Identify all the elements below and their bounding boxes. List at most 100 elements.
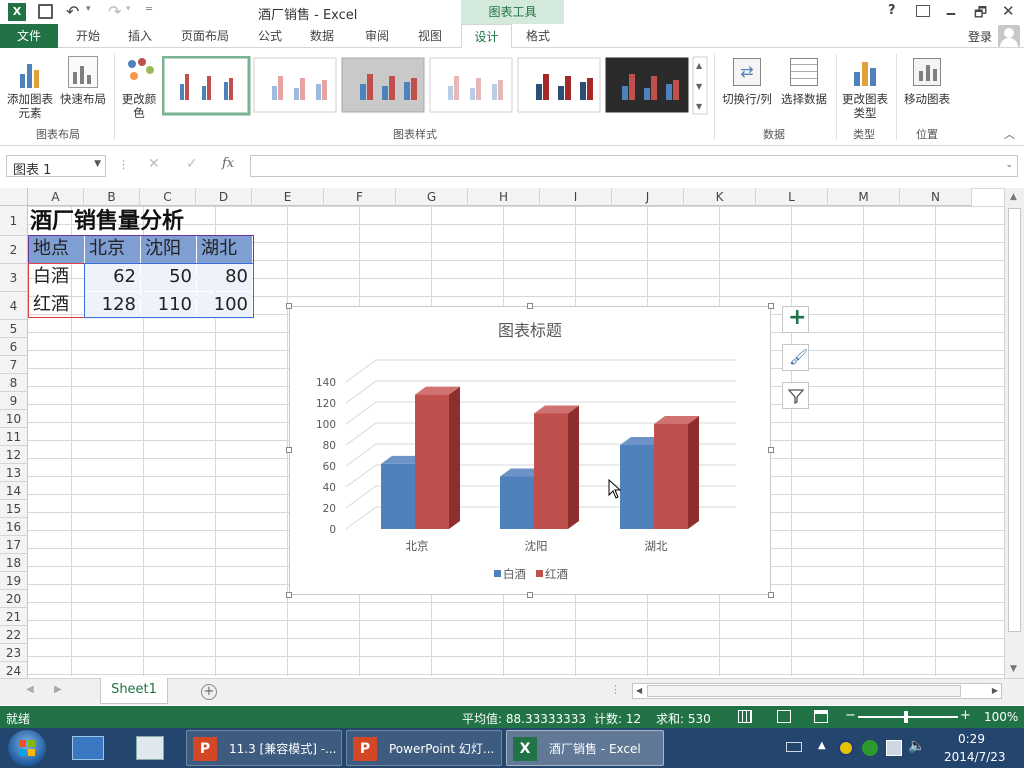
taskbar-item-powerpoint-compat[interactable]: P 11.3 [兼容模式] -... — [186, 730, 342, 766]
column-header-f[interactable]: F — [324, 188, 396, 206]
chart-handle[interactable] — [768, 447, 774, 453]
chart-handle[interactable] — [768, 303, 774, 309]
excel-logo-icon[interactable]: X — [8, 3, 26, 21]
switch-row-column-button[interactable]: ⇄ 切换行/列 — [718, 54, 776, 122]
show-hidden-icons[interactable]: ▲ — [818, 740, 826, 751]
undo-dropdown-icon[interactable]: ▾ — [86, 4, 91, 14]
bar-hongjiu[interactable] — [415, 394, 449, 529]
row-header-16[interactable]: 16 — [0, 518, 28, 536]
select-all-corner[interactable] — [0, 188, 28, 206]
chart-area[interactable]: 图表标题 0 20 40 60 80 100 120 140 北京 沈阳 湖北 白酒 红酒 — [289, 306, 771, 595]
tray-app-icon[interactable] — [838, 740, 854, 756]
bar-hongjiu[interactable] — [654, 424, 688, 529]
customize-qat-icon[interactable]: ═ — [146, 4, 152, 15]
column-header-l[interactable]: L — [756, 188, 828, 206]
zoom-slider[interactable] — [858, 711, 958, 723]
column-header-m[interactable]: M — [828, 188, 900, 206]
table-data-cell[interactable]: 110 — [141, 292, 196, 319]
move-chart-button[interactable]: 移动图表 — [900, 54, 954, 122]
vertical-scrollbar[interactable]: ▲ ▼ — [1004, 188, 1024, 678]
chart-style-5[interactable] — [517, 57, 601, 113]
tab-view[interactable]: 视图 — [406, 24, 454, 48]
row-header-20[interactable]: 20 — [0, 590, 28, 608]
tab-formulas[interactable]: 公式 — [248, 24, 292, 48]
row-header-6[interactable]: 6 — [0, 338, 28, 356]
sheet-tab-sheet1[interactable]: Sheet1 — [100, 678, 168, 704]
name-box[interactable]: 图表 1 ▼ — [6, 155, 106, 178]
chart-style-2[interactable] — [253, 57, 337, 113]
select-data-button[interactable]: 选择数据 — [776, 54, 832, 122]
scroll-up-icon[interactable]: ▲ — [1010, 192, 1017, 202]
close-button[interactable]: ✕ — [1002, 2, 1015, 20]
row-header-2[interactable]: 2 — [0, 236, 28, 264]
keyboard-tray-icon[interactable] — [786, 742, 802, 752]
row-header-12[interactable]: 12 — [0, 446, 28, 464]
table-data-cell[interactable]: 50 — [141, 264, 196, 291]
chart-styles-button[interactable]: 🖌 — [782, 344, 809, 371]
row-header-18[interactable]: 18 — [0, 554, 28, 572]
chart-plot[interactable]: 0 20 40 60 80 100 120 140 北京 沈阳 湖北白酒 红酒 — [290, 307, 770, 594]
table-data-cell[interactable]: 80 — [197, 264, 252, 291]
column-header-n[interactable]: N — [900, 188, 972, 206]
formula-input[interactable]: ⌄ — [250, 155, 1018, 177]
help-button[interactable]: ? — [888, 3, 896, 18]
zoom-slider-thumb[interactable] — [904, 711, 908, 723]
expand-formula-bar-icon[interactable]: ⌄ — [1005, 160, 1013, 170]
taskbar-item-powerpoint-slides[interactable]: P PowerPoint 幻灯... — [346, 730, 502, 766]
table-header-cell[interactable]: 沈阳 — [141, 236, 196, 263]
splitter-grip-icon[interactable]: ⋮ — [610, 683, 621, 696]
column-header-j[interactable]: J — [612, 188, 684, 206]
table-data-cell[interactable]: 128 — [85, 292, 140, 319]
scroll-down-icon[interactable]: ▼ — [1010, 664, 1017, 674]
table-data-cell[interactable]: 红酒 — [29, 292, 84, 319]
zoom-in-button[interactable]: + — [960, 708, 971, 723]
tab-insert[interactable]: 插入 — [118, 24, 162, 48]
row-header-4[interactable]: 4 — [0, 292, 28, 320]
normal-view-icon[interactable] — [738, 710, 752, 723]
taskbar-item-excel[interactable]: X 酒厂销售 - Excel — [506, 730, 664, 766]
column-header-h[interactable]: H — [468, 188, 540, 206]
row-header-14[interactable]: 14 — [0, 482, 28, 500]
redo-dropdown-icon[interactable]: ▾ — [126, 4, 131, 14]
network-taskbar-icon[interactable] — [136, 736, 164, 760]
clock-time[interactable]: 0:29 — [958, 732, 985, 746]
horizontal-scrollbar[interactable]: ◀ ▶ — [632, 683, 1002, 699]
cancel-entry-icon[interactable]: ✕ — [148, 156, 160, 172]
column-header-c[interactable]: C — [140, 188, 196, 206]
restore-button[interactable]: 🗗 — [974, 2, 987, 26]
tab-review[interactable]: 审阅 — [352, 24, 402, 48]
show-desktop-taskbar-icon[interactable] — [72, 736, 104, 760]
clock-date[interactable]: 2014/7/23 — [944, 750, 1006, 764]
row-header-23[interactable]: 23 — [0, 644, 28, 662]
new-sheet-button[interactable]: + — [201, 684, 217, 700]
table-data-cell[interactable]: 白酒 — [29, 264, 84, 291]
minimize-button[interactable]: 🗕 — [946, 2, 956, 26]
change-colors-button[interactable]: 更改颜色 — [118, 54, 160, 122]
row-header-9[interactable]: 9 — [0, 392, 28, 410]
tab-data[interactable]: 数据 — [300, 24, 344, 48]
table-header-cell[interactable]: 地点 — [29, 236, 84, 263]
row-header-10[interactable]: 10 — [0, 410, 28, 428]
table-title-cell[interactable]: 酒厂销售量分析 — [30, 207, 250, 235]
change-chart-type-button[interactable]: 更改图表类型 — [838, 54, 892, 126]
bar-baijiu[interactable] — [381, 463, 415, 529]
status-average[interactable]: 平均值: 88.33333333 — [462, 710, 586, 727]
row-header-19[interactable]: 19 — [0, 572, 28, 590]
prev-sheet-icon[interactable]: ◀ — [26, 684, 34, 695]
scroll-right-icon[interactable]: ▶ — [992, 686, 998, 695]
zoom-out-button[interactable]: − — [845, 708, 856, 723]
ribbon-display-options-icon[interactable] — [916, 5, 930, 17]
bar-hongjiu[interactable] — [534, 413, 568, 530]
column-header-i[interactable]: I — [540, 188, 612, 206]
status-sum[interactable]: 求和: 530 — [656, 710, 711, 727]
chart-style-gallery-scroll[interactable]: ▲ ▼ ▼ — [692, 56, 708, 115]
row-header-15[interactable]: 15 — [0, 500, 28, 518]
insert-function-button[interactable]: fx — [222, 156, 234, 171]
tray-app-icon[interactable] — [862, 740, 878, 756]
row-header-17[interactable]: 17 — [0, 536, 28, 554]
page-break-preview-icon[interactable] — [814, 710, 828, 723]
chart-handle[interactable] — [527, 303, 533, 309]
quick-layout-button[interactable]: 快速布局 — [58, 54, 108, 122]
row-header-5[interactable]: 5 — [0, 320, 28, 338]
tab-home[interactable]: 开始 — [66, 24, 110, 48]
